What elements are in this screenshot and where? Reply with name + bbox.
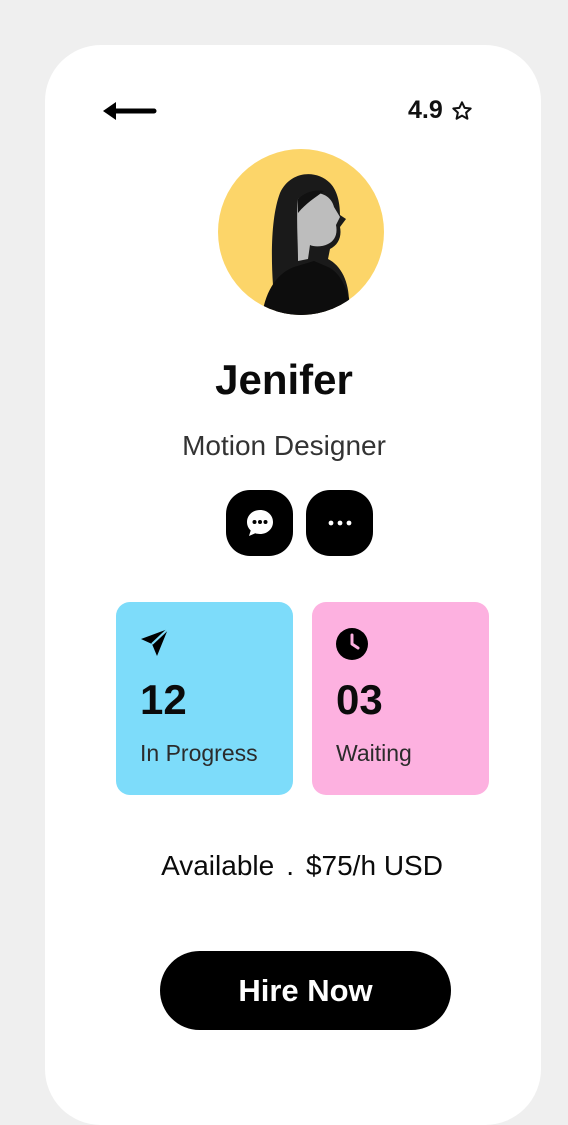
arrow-left-icon: [103, 102, 157, 120]
separator: .: [286, 850, 294, 881]
rating-value: 4.9: [408, 96, 443, 124]
portrait-image: [262, 174, 352, 315]
availability-line: Available. $75/h USD: [0, 850, 568, 882]
waiting-count: 03: [336, 676, 383, 723]
availability-status: Available: [161, 850, 275, 881]
clock-icon: [336, 628, 368, 660]
profile-role: Motion Designer: [182, 430, 386, 461]
waiting-card[interactable]: 03 Waiting: [312, 602, 489, 795]
send-icon: [141, 628, 169, 656]
waiting-label: Waiting: [336, 740, 412, 766]
chat-button[interactable]: [226, 490, 293, 556]
in-progress-card[interactable]: 12 In Progress: [116, 602, 293, 795]
profile-name: Jenifer: [215, 356, 353, 403]
in-progress-label: In Progress: [140, 740, 258, 766]
more-dots-icon: [328, 520, 351, 526]
hire-now-button[interactable]: Hire Now: [160, 951, 451, 1030]
avatar: [218, 149, 384, 315]
chat-bubble-icon: [246, 510, 273, 536]
back-button[interactable]: [100, 97, 158, 125]
hourly-rate: $75/h USD: [305, 850, 443, 881]
rating: 4.9: [408, 96, 473, 125]
star-outline-icon: [452, 100, 472, 120]
more-button[interactable]: [306, 490, 373, 556]
in-progress-count: 12: [140, 676, 187, 723]
